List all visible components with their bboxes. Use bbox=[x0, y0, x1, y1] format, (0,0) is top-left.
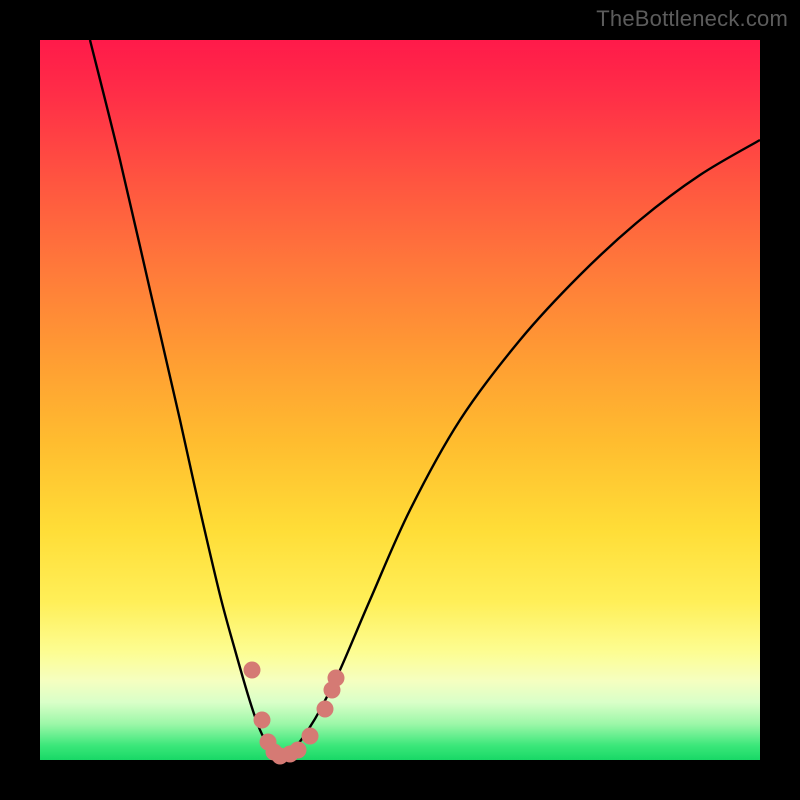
bottleneck-curve bbox=[90, 40, 760, 756]
curve-marker bbox=[244, 662, 261, 679]
curve-marker bbox=[254, 712, 271, 729]
plot-area bbox=[40, 40, 760, 760]
curve-marker bbox=[290, 742, 307, 759]
curve-marker bbox=[317, 701, 334, 718]
watermark-text: TheBottleneck.com bbox=[596, 6, 788, 32]
curve-marker bbox=[328, 670, 345, 687]
curve-markers bbox=[244, 662, 345, 765]
curve-marker bbox=[302, 728, 319, 745]
curve-layer bbox=[40, 40, 760, 760]
chart-frame: TheBottleneck.com bbox=[0, 0, 800, 800]
